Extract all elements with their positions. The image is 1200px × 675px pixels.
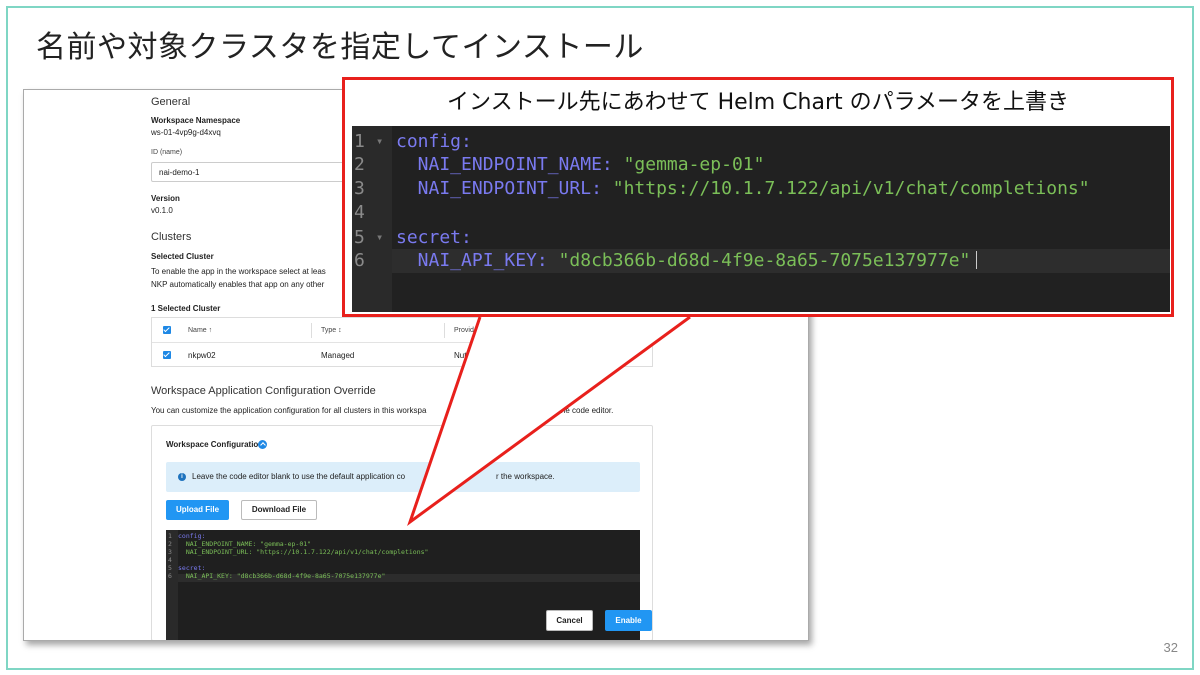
line-number: 6 [168,572,172,580]
zoomed-code-editor[interactable]: 1 ▾ config: 2 NAI_ENDPOINT_NAME: "gemma-ep-… [352,126,1170,312]
line-number: 2 [354,154,365,175]
selected-cluster-label: Selected Cluster [151,252,214,261]
line-number: 1 [354,131,365,152]
version-value: v0.1.0 [151,206,173,215]
download-file-button[interactable]: Download File [241,500,317,520]
column-header-type[interactable]: Type ↕ [321,327,342,334]
workspace-configuration-card: Workspace Configuration i Leave the code… [151,425,653,640]
clusters-heading: Clusters [151,231,192,243]
code-line: 5 secret: [168,564,205,572]
line-number: 5 [354,227,365,248]
line-number: 4 [354,202,365,223]
fold-arrow-icon[interactable]: ▾ [376,129,396,153]
column-header-provider[interactable]: Provid [454,327,474,334]
line-number: 3 [168,548,172,556]
chevron-up-icon[interactable] [258,440,267,449]
card-title: Workspace Configuration [166,440,264,449]
cluster-table: Name ↑ Type ↕ Provid nkpw02 Managed Nut [151,317,653,367]
zoom-callout: インストール先にあわせて Helm Chart のパラメータを上書き 1 ▾ con… [342,77,1174,317]
code-line: 2 NAI_ENDPOINT_NAME: "gemma-ep-01" [352,153,764,177]
line-number: 6 [354,250,365,271]
column-divider [311,323,312,338]
select-all-checkbox[interactable] [163,326,171,334]
id-label: ID (name) [151,149,183,156]
workspace-namespace-label: Workspace Namespace [151,116,241,125]
cluster-type: Managed [321,351,355,360]
yaml-key: NAI_ENDPOINT_NAME: [396,154,624,175]
yaml-key: NAI_ENDPOINT_URL: [396,178,613,199]
info-text-right: r the workspace. [496,472,555,481]
line-number: 2 [168,540,172,548]
line-number: 3 [354,178,365,199]
override-description-left: You can customize the application config… [151,406,427,415]
cluster-name: nkpw02 [188,351,216,360]
row-checkbox[interactable] [163,351,171,359]
yaml-key: secret: [396,227,472,248]
override-description-right: n the code editor. [552,406,614,415]
slide-title: 名前や対象クラスタを指定してインストール [36,30,644,65]
yaml-value: "https://10.1.7.122/api/v1/chat/completi… [612,178,1090,199]
enable-button[interactable]: Enable [605,610,652,631]
page-number: 32 [1163,640,1178,655]
code-text: secret: [178,564,206,572]
code-line: 5 ▾ secret: [352,225,472,249]
fold-arrow-icon[interactable]: ▾ [376,225,396,249]
workspace-namespace-value: ws-01-4vp9g-d4xvq [151,128,221,137]
line-number: 4 [168,556,172,564]
info-text-left: Leave the code editor blank to use the d… [192,472,406,481]
info-banner: i Leave the code editor blank to use the… [166,462,640,492]
general-heading: General [151,96,191,108]
column-header-name[interactable]: Name ↑ [188,327,212,334]
cancel-button[interactable]: Cancel [546,610,593,631]
override-heading: Workspace Application Configuration Over… [151,385,376,397]
line-number: 1 [168,532,172,540]
id-name-input[interactable]: nai-demo-1 [151,162,351,182]
yaml-key: NAI_API_KEY: [396,250,559,271]
code-line: 6 NAI_API_KEY: "d8cb366b-d68d-4f9e-8a65-… [168,572,385,580]
code-line: 1 config: [168,532,205,540]
upload-file-button[interactable]: Upload File [166,500,229,520]
version-label: Version [151,194,180,203]
text-cursor [976,251,978,269]
code-line: 3 NAI_ENDPOINT_URL: "https://10.1.7.122/… [168,548,428,556]
code-text: config: [178,532,206,540]
selected-cluster-count: 1 Selected Cluster [151,304,221,313]
info-circle-icon: i [178,473,186,481]
code-text: NAI_ENDPOINT_URL: "https://10.1.7.122/ap… [178,548,429,556]
code-line: 6 NAI_API_KEY: "d8cb366b-d68d-4f9e-8a65-… [352,249,978,273]
cluster-provider: Nut [454,351,467,360]
table-header-row: Name ↑ Type ↕ Provid [152,318,652,343]
yaml-value: "d8cb366b-d68d-4f9e-8a65-7075e137977e" [558,250,971,271]
column-divider [444,323,445,338]
line-number: 5 [168,564,172,572]
callout-title: インストール先にあわせて Helm Chart のパラメータを上書き [447,90,1069,115]
code-line: 4 [352,201,396,225]
code-line: 4 [168,556,178,564]
code-line: 1 ▾ config: [352,129,472,153]
code-text: NAI_ENDPOINT_NAME: "gemma-ep-01" [178,540,312,548]
code-text: NAI_API_KEY: "d8cb366b-d68d-4f9e-8a65-70… [178,572,386,580]
clusters-description-2: NKP automatically enables that app on an… [151,280,325,289]
yaml-key: config: [396,131,472,152]
clusters-description-1: To enable the app in the workspace selec… [151,267,326,276]
yaml-value: "gemma-ep-01" [623,154,765,175]
code-line: 3 NAI_ENDPOINT_URL: "https://10.1.7.122/… [352,177,1090,201]
code-line: 2 NAI_ENDPOINT_NAME: "gemma-ep-01" [168,540,311,548]
